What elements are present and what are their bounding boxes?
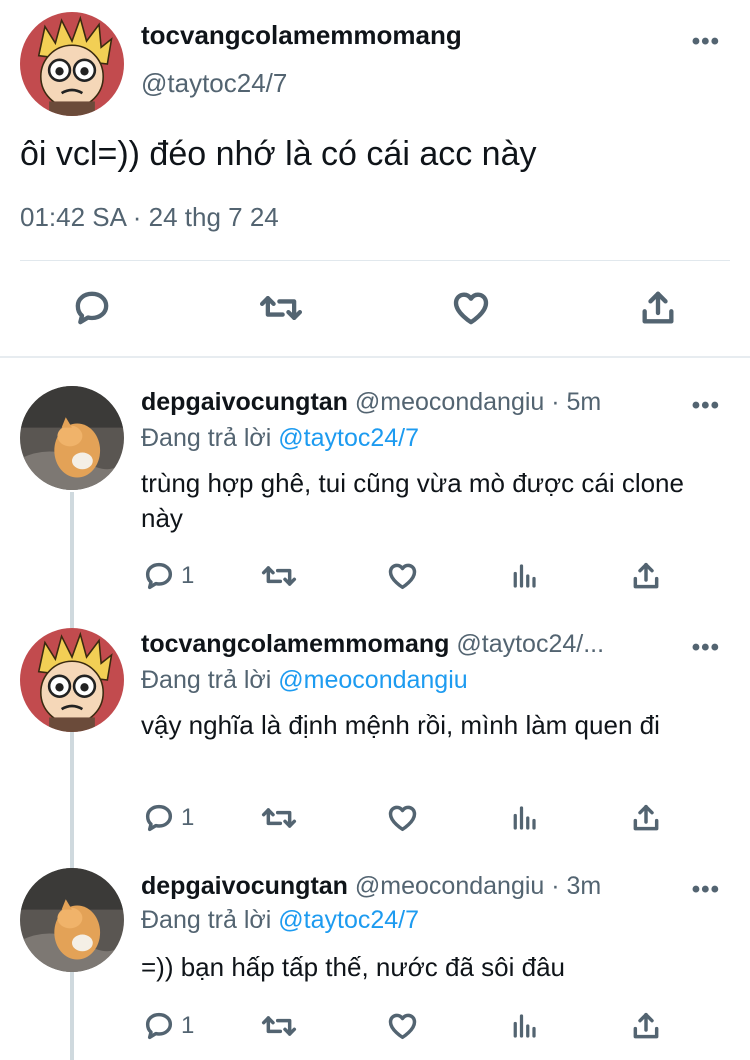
like-icon xyxy=(388,805,417,832)
more-options-icon[interactable]: ••• xyxy=(692,28,720,56)
reply-count: 1 xyxy=(181,804,195,831)
avatar[interactable] xyxy=(20,628,124,732)
tweet-text: ôi vcl=)) đéo nhớ là có cái acc này xyxy=(20,135,537,173)
user-handle[interactable]: @meocondangiu · 5m xyxy=(348,388,601,416)
reply-icon xyxy=(145,1012,173,1040)
display-name[interactable]: tocvangcolamemmomang xyxy=(141,20,462,51)
replying-label: Đang trả lời xyxy=(141,666,279,694)
like-button[interactable] xyxy=(450,288,492,328)
replying-label: Đang trả lời xyxy=(141,906,279,934)
reply-icon xyxy=(145,562,173,590)
reply-count: 1 xyxy=(181,562,195,589)
reply-count: 1 xyxy=(181,1012,195,1039)
retweet-icon xyxy=(261,566,297,586)
analytics-icon xyxy=(513,1014,536,1038)
share-icon xyxy=(633,804,659,831)
reply-icon xyxy=(145,804,173,832)
avatar[interactable] xyxy=(20,386,124,490)
reply-button[interactable]: 1 xyxy=(143,1010,194,1042)
mention-link[interactable]: @taytoc24/7 xyxy=(278,906,419,934)
reply-button[interactable] xyxy=(72,288,112,328)
display-name[interactable]: depgaivocungtan xyxy=(141,872,348,900)
divider xyxy=(20,260,730,261)
retweet-icon xyxy=(259,296,303,320)
share-button[interactable] xyxy=(630,802,662,834)
reply-tweet[interactable]: depgaivocungtan @meocondangiu · 3m ••• Đ… xyxy=(0,868,750,1060)
retweet-button[interactable] xyxy=(258,288,304,328)
replying-to: Đang trả lời @meocondangiu xyxy=(141,666,468,695)
retweet-button[interactable] xyxy=(260,1010,298,1042)
like-button[interactable] xyxy=(386,560,419,592)
share-button[interactable] xyxy=(638,288,678,328)
retweet-icon xyxy=(261,1016,297,1036)
reply-tweet[interactable]: depgaivocungtan @meocondangiu · 5m ••• Đ… xyxy=(0,384,750,614)
analytics-button[interactable] xyxy=(509,1010,539,1042)
user-handle[interactable]: @taytoc24/7 xyxy=(141,68,287,99)
like-icon xyxy=(453,292,489,325)
share-icon xyxy=(633,1012,659,1039)
share-icon xyxy=(633,562,659,589)
avatar[interactable] xyxy=(20,868,124,972)
main-tweet: tocvangcolamemmomang @taytoc24/7 ••• ôi … xyxy=(0,0,750,356)
like-button[interactable] xyxy=(386,1010,419,1042)
replying-to: Đang trả lời @taytoc24/7 xyxy=(141,424,419,453)
like-icon xyxy=(388,563,417,590)
analytics-button[interactable] xyxy=(509,802,539,834)
more-options-icon[interactable]: ••• xyxy=(692,392,720,420)
more-options-icon[interactable]: ••• xyxy=(692,876,720,904)
share-icon xyxy=(642,291,674,324)
tweet-text: trùng hợp ghê, tui cũng vừa mò được cái … xyxy=(141,468,684,533)
replying-to: Đang trả lời @taytoc24/7 xyxy=(141,906,419,935)
tweet-text: vậy nghĩa là định mệnh rồi, mình làm que… xyxy=(141,710,660,740)
more-options-icon[interactable]: ••• xyxy=(692,634,720,662)
tweet-timestamp[interactable]: 01:42 SA · 24 thg 7 24 xyxy=(20,202,279,233)
analytics-icon xyxy=(513,564,536,588)
retweet-icon xyxy=(261,808,297,828)
avatar[interactable] xyxy=(20,12,124,116)
analytics-icon xyxy=(513,806,536,830)
user-handle[interactable]: @taytoc24/... xyxy=(449,630,604,658)
tweet-actions xyxy=(0,280,750,340)
like-button[interactable] xyxy=(386,802,419,834)
like-icon xyxy=(388,1013,417,1040)
share-button[interactable] xyxy=(630,560,662,592)
tweet-text: =)) bạn hấp tấp thế, nước đã sôi đâu xyxy=(141,952,566,982)
reply-tweet[interactable]: tocvangcolamemmomang @taytoc24/... ••• Đ… xyxy=(0,626,750,856)
analytics-button[interactable] xyxy=(509,560,539,592)
mention-link[interactable]: @meocondangiu xyxy=(278,666,467,694)
display-name[interactable]: tocvangcolamemmomang xyxy=(141,630,449,658)
share-button[interactable] xyxy=(630,1010,662,1042)
retweet-button[interactable] xyxy=(260,802,298,834)
reply-button[interactable]: 1 xyxy=(143,802,194,834)
reply-button[interactable]: 1 xyxy=(143,560,194,592)
divider xyxy=(0,356,750,358)
display-name[interactable]: depgaivocungtan xyxy=(141,388,348,416)
mention-link[interactable]: @taytoc24/7 xyxy=(278,424,419,452)
replying-label: Đang trả lời xyxy=(141,424,279,452)
reply-icon xyxy=(75,291,109,325)
retweet-button[interactable] xyxy=(260,560,298,592)
user-handle[interactable]: @meocondangiu · 3m xyxy=(348,872,601,900)
